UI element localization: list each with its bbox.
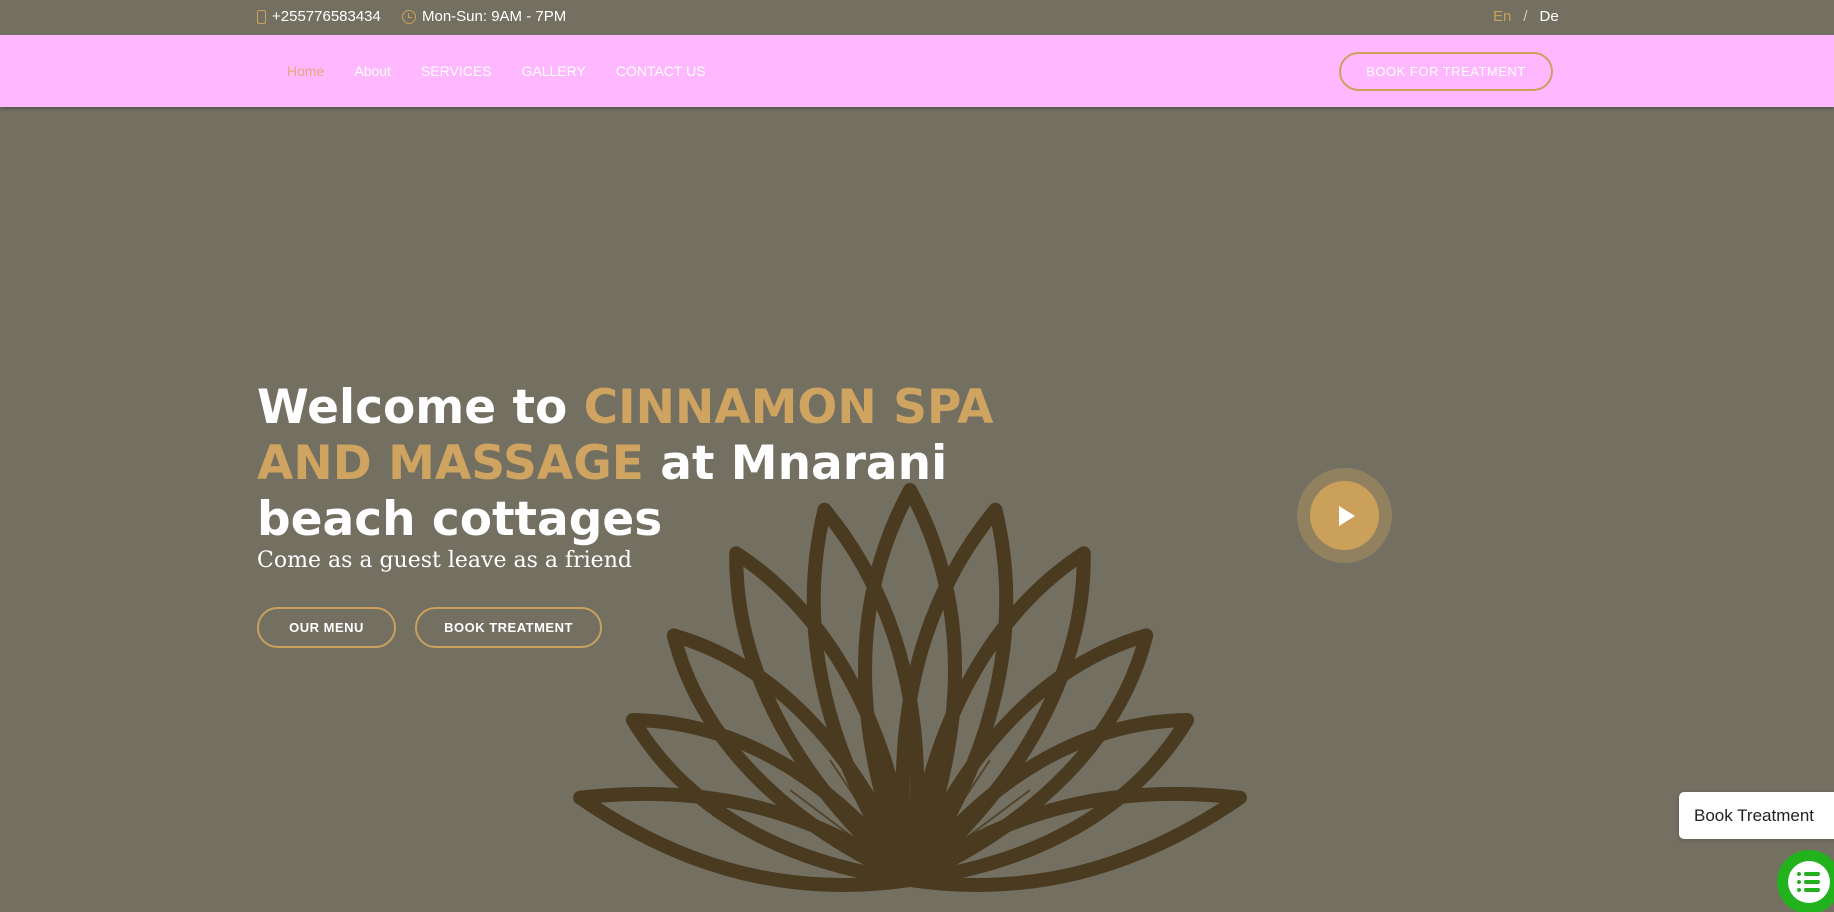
phone-icon: [257, 9, 266, 24]
hero-title: Welcome to CINNAMON SPA AND MASSAGE at M…: [257, 380, 1117, 548]
clock-icon: [402, 9, 416, 24]
lang-de-link[interactable]: De: [1540, 8, 1559, 25]
book-treatment-button[interactable]: BOOK TREATMENT: [415, 607, 602, 648]
nav-item-home[interactable]: Home: [287, 63, 324, 79]
play-icon: [1339, 505, 1355, 526]
book-for-treatment-button[interactable]: BOOK FOR TREATMENT: [1339, 52, 1553, 91]
lang-separator: /: [1523, 8, 1528, 25]
chat-widget-button[interactable]: [1777, 850, 1834, 912]
nav-item-gallery[interactable]: GALLERY: [522, 63, 586, 79]
main-navbar: Home About SERVICES GALLERY CONTACT US B…: [0, 35, 1834, 107]
hero-subtitle: Come as a guest leave as a friend: [257, 548, 632, 573]
hours-text: Mon-Sun: 9AM - 7PM: [422, 8, 567, 25]
phone-contact[interactable]: +255776583434: [257, 8, 381, 25]
hero-title-prefix: Welcome to: [257, 380, 584, 435]
nav-item-contact[interactable]: CONTACT US: [616, 63, 706, 79]
language-switcher: En / De: [1493, 8, 1559, 25]
nav-links: Home About SERVICES GALLERY CONTACT US: [287, 63, 706, 79]
top-bar: +255776583434 Mon-Sun: 9AM - 7PM En / De: [0, 0, 1834, 35]
play-button-inner[interactable]: [1310, 481, 1379, 550]
chat-list-icon: [1788, 861, 1830, 903]
nav-item-about[interactable]: About: [354, 63, 391, 79]
opening-hours: Mon-Sun: 9AM - 7PM: [402, 8, 566, 25]
phone-number[interactable]: +255776583434: [272, 8, 381, 25]
lang-en-link[interactable]: En: [1493, 8, 1511, 25]
nav-item-services[interactable]: SERVICES: [421, 63, 492, 79]
video-play-button[interactable]: [1297, 468, 1392, 563]
floating-book-treatment-button[interactable]: Book Treatment: [1679, 792, 1834, 839]
our-menu-button[interactable]: OUR MENU: [257, 607, 396, 648]
